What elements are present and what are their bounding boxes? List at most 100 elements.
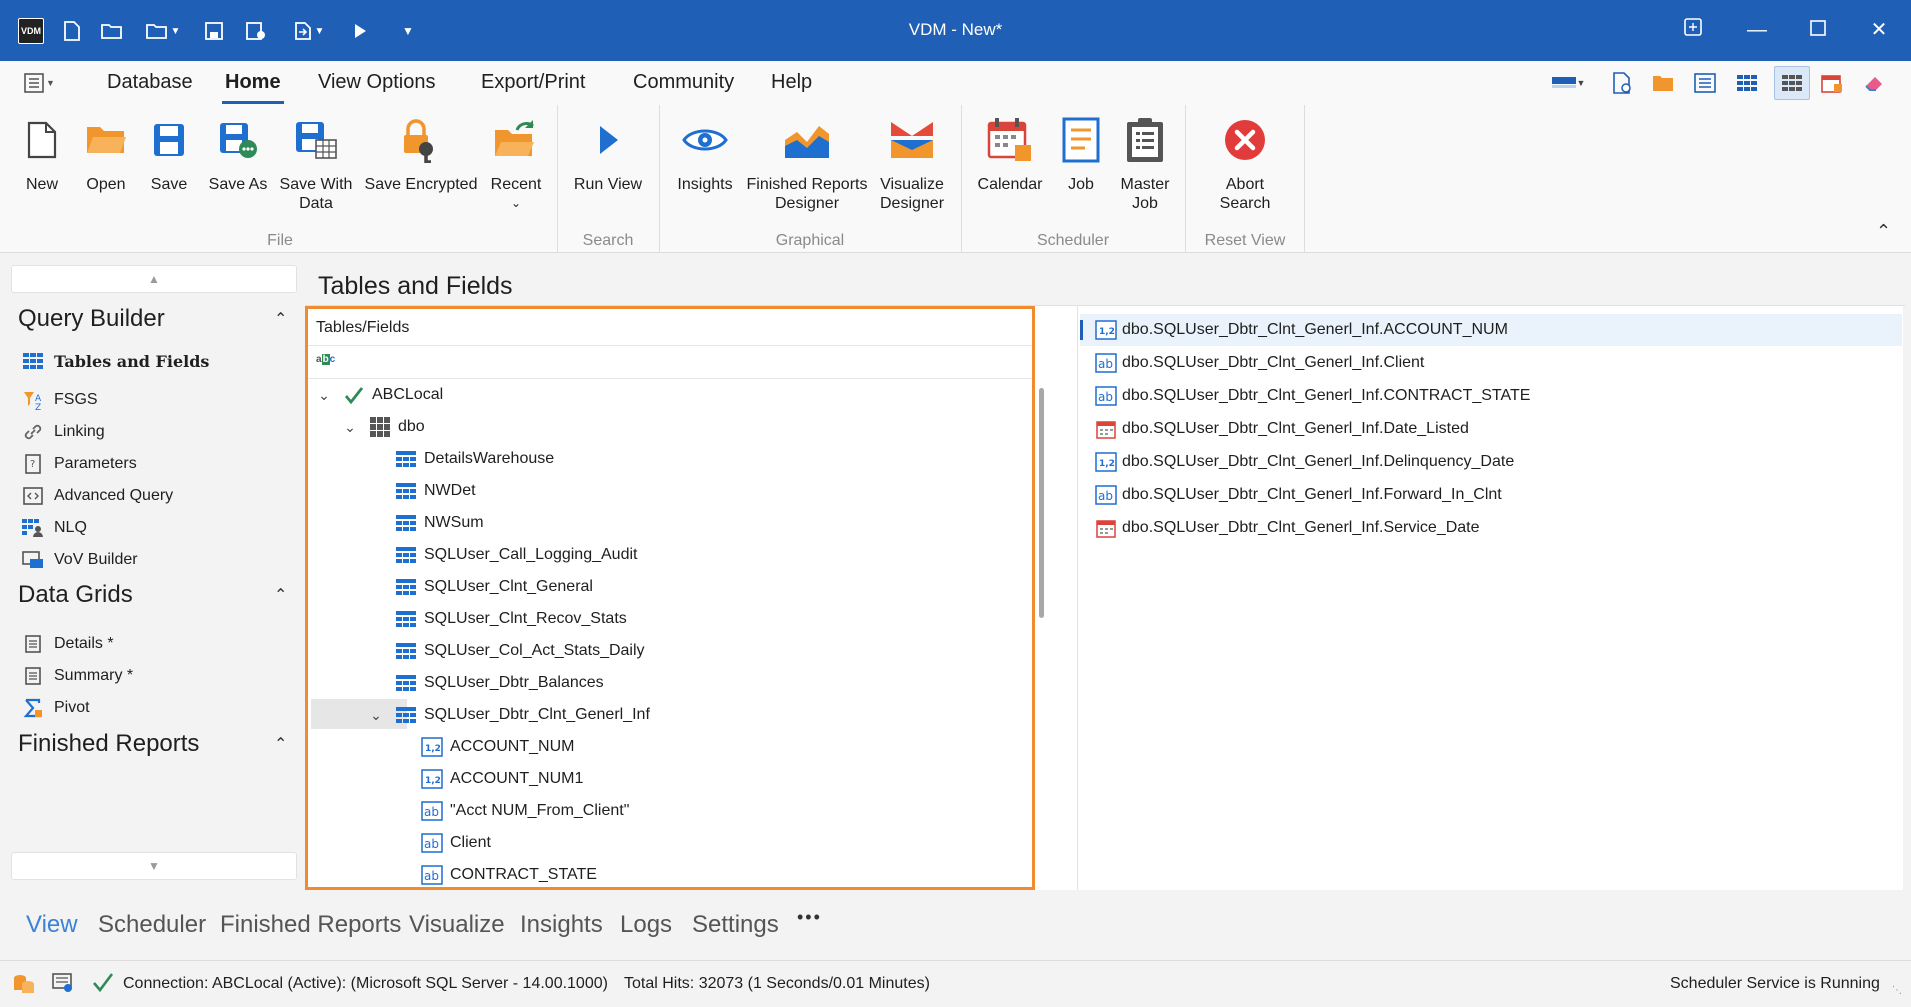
nav-advanced-query[interactable]: Advanced Query	[22, 484, 173, 508]
nav-parameters[interactable]: ? Parameters	[22, 452, 137, 476]
group-separator	[557, 105, 558, 253]
scroll-up-button[interactable]: ▲	[11, 265, 297, 293]
selected-field-row[interactable]: dbo.SQLUser_Dbtr_Clnt_Generl_Inf.Date_Li…	[1080, 413, 1902, 445]
calendar-button[interactable]: Calendar	[972, 105, 1048, 194]
layout-color-icon[interactable]: ▼	[1548, 70, 1588, 96]
expand-chevron-down-icon[interactable]: ⌄	[340, 419, 360, 436]
tab-finished-reports[interactable]: Finished Reports	[220, 911, 401, 939]
nav-details[interactable]: Details *	[22, 632, 114, 656]
menu-home[interactable]: Home	[225, 71, 281, 94]
tiles-view-icon[interactable]	[1774, 66, 1810, 100]
tree-node-table[interactable]: SQLUser_Col_Act_Stats_Daily	[394, 636, 645, 666]
selected-field-row[interactable]: ab dbo.SQLUser_Dbtr_Clnt_Generl_Inf.Forwa…	[1080, 479, 1902, 511]
tree-node-field[interactable]: ab "Acct NUM_From_Client"	[420, 796, 629, 826]
tree-node-field[interactable]: ab CONTRACT_STATE	[420, 860, 597, 887]
tab-insights[interactable]: Insights	[520, 911, 603, 939]
tree-scrollbar-thumb[interactable]	[1039, 388, 1044, 618]
nav-vov-builder[interactable]: VoV Builder	[22, 548, 138, 572]
save-label: Save	[150, 176, 188, 193]
resize-grip-icon[interactable]: ⋱	[1892, 985, 1902, 996]
collapse-ribbon-chevron-up-icon[interactable]: ⌃	[1876, 221, 1891, 242]
save-with-data-button[interactable]: Save With Data	[278, 105, 354, 213]
tree-node-schema[interactable]: ⌄ dbo	[340, 412, 425, 442]
tree-node-field[interactable]: ab Client	[420, 828, 491, 858]
open-button[interactable]: Open	[80, 105, 132, 194]
nav-pivot[interactable]: Pivot	[22, 696, 90, 720]
scroll-down-button[interactable]: ▼	[11, 852, 297, 880]
tree-node-table[interactable]: SQLUser_Dbtr_Balances	[394, 668, 604, 698]
svg-text:Z: Z	[35, 403, 41, 410]
recent-chevron-down-icon[interactable]: ⌄	[486, 194, 546, 213]
list-view-icon[interactable]	[1691, 70, 1719, 96]
expand-chevron-down-icon[interactable]: ⌄	[314, 387, 334, 404]
tab-visualize[interactable]: Visualize	[409, 911, 505, 939]
tree-node-table[interactable]: SQLUser_Clnt_General	[394, 572, 593, 602]
tree-node-label: Client	[450, 834, 491, 851]
schema-grid-icon	[368, 416, 392, 438]
insights-button[interactable]: Insights	[670, 105, 740, 194]
menu-community[interactable]: Community	[633, 71, 734, 94]
parameters-icon: ?	[22, 454, 44, 474]
nav-summary[interactable]: Summary *	[22, 664, 133, 688]
tree-node-table[interactable]: NWSum	[394, 508, 484, 538]
settings-document-icon[interactable]	[1608, 70, 1636, 96]
selected-field-label: dbo.SQLUser_Dbtr_Clnt_Generl_Inf.ACCOUNT…	[1122, 321, 1508, 338]
calendar-icon[interactable]	[1818, 70, 1846, 96]
menu-help[interactable]: Help	[771, 71, 812, 94]
folder-icon[interactable]	[1649, 70, 1677, 96]
tree-node-field[interactable]: 1,2 ACCOUNT_NUM1	[420, 764, 583, 794]
selected-field-row[interactable]: 1,2 dbo.SQLUser_Dbtr_Clnt_Generl_Inf.ACCO…	[1080, 314, 1902, 346]
lock-key-icon	[404, 119, 433, 163]
status-bar: Connection: ABCLocal (Active): (Microsof…	[0, 960, 1911, 1007]
eraser-icon[interactable]	[1860, 70, 1888, 96]
tab-logs[interactable]: Logs	[620, 911, 672, 939]
tree-node-table[interactable]: DetailsWarehouse	[394, 444, 554, 474]
new-button[interactable]: New	[16, 105, 68, 194]
job-button[interactable]: Job	[1054, 105, 1108, 194]
tree-node-connection[interactable]: ⌄ ABCLocal	[314, 380, 443, 410]
svg-text:1,2: 1,2	[425, 744, 441, 754]
save-as-button[interactable]: Save As	[204, 105, 272, 194]
more-tabs-button[interactable]: •••	[797, 907, 822, 928]
recent-button[interactable]: Recent ⌄	[486, 105, 546, 213]
nav-tables-and-fields[interactable]: Tables and Fields	[22, 349, 209, 373]
collapse-query-builder-chevron-up-icon[interactable]: ⌃	[274, 309, 287, 329]
app-menu-icon[interactable]: ▼	[24, 71, 58, 95]
save-encrypted-button[interactable]: Save Encrypted	[364, 105, 478, 194]
tree-node-table[interactable]: ⌄ SQLUser_Dbtr_Clnt_Generl_Inf	[366, 700, 650, 730]
nav-nlq[interactable]: NLQ	[22, 516, 87, 540]
minimize-icon[interactable]: —	[1742, 16, 1772, 44]
save-button[interactable]: Save	[146, 105, 192, 194]
tree-node-table[interactable]: SQLUser_Clnt_Recov_Stats	[394, 604, 627, 634]
selected-field-row[interactable]: dbo.SQLUser_Dbtr_Clnt_Generl_Inf.Service…	[1080, 512, 1902, 544]
grid-view-icon[interactable]	[1733, 70, 1761, 96]
connection-folder-icon[interactable]	[52, 973, 74, 998]
tab-settings[interactable]: Settings	[692, 911, 779, 939]
visualize-designer-button[interactable]: Visualize Designer	[874, 105, 950, 213]
nav-linking[interactable]: Linking	[22, 420, 105, 444]
menu-export-print[interactable]: Export/Print	[481, 71, 585, 94]
abort-search-button[interactable]: Abort Search	[1198, 105, 1292, 213]
selected-field-row[interactable]: ab dbo.SQLUser_Dbtr_Clnt_Generl_Inf.CONTR…	[1080, 380, 1902, 412]
restore-layout-icon[interactable]	[1678, 16, 1708, 44]
maximize-icon[interactable]	[1803, 16, 1833, 44]
selected-field-row[interactable]: ab dbo.SQLUser_Dbtr_Clnt_Generl_Inf.Clien…	[1080, 347, 1902, 379]
selected-field-row[interactable]: 1,2 dbo.SQLUser_Dbtr_Clnt_Generl_Inf.Deli…	[1080, 446, 1902, 478]
tree-node-table[interactable]: NWDet	[394, 476, 476, 506]
master-job-button[interactable]: Master Job	[1116, 105, 1174, 213]
nav-fsgs[interactable]: AZ FSGS	[22, 388, 98, 412]
collapse-finished-reports-chevron-up-icon[interactable]: ⌃	[274, 734, 287, 754]
close-icon[interactable]: ✕	[1864, 16, 1894, 44]
menu-view-options[interactable]: View Options	[318, 71, 435, 94]
finished-reports-designer-button[interactable]: Finished Reports Designer	[744, 105, 870, 213]
expand-chevron-down-icon[interactable]: ⌄	[366, 707, 386, 724]
nav-label: VoV Builder	[54, 551, 138, 568]
menu-database[interactable]: Database	[107, 71, 193, 94]
tab-view[interactable]: View	[26, 911, 78, 939]
tree-node-table[interactable]: SQLUser_Call_Logging_Audit	[394, 540, 637, 570]
tab-scheduler[interactable]: Scheduler	[98, 911, 206, 939]
collapse-data-grids-chevron-up-icon[interactable]: ⌃	[274, 585, 287, 605]
text-field-icon: ab	[1094, 385, 1118, 407]
run-view-button[interactable]: Run View	[568, 105, 648, 194]
tree-node-field[interactable]: 1,2 ACCOUNT_NUM	[420, 732, 574, 762]
